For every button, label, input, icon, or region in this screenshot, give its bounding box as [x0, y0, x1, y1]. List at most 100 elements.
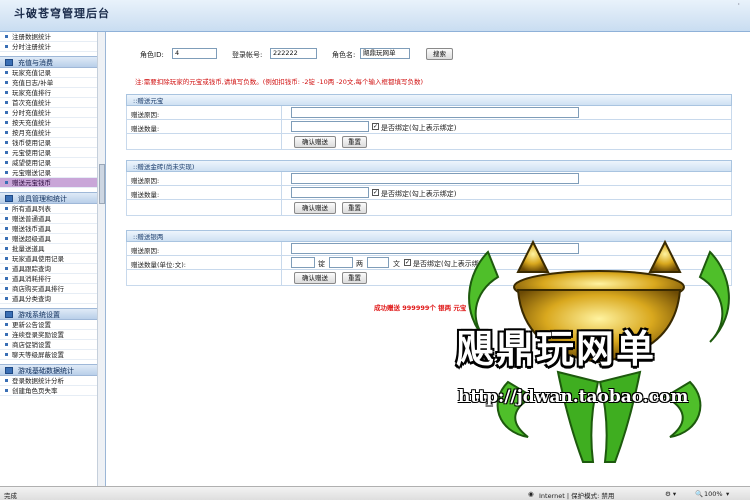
- reason-label: 赠送原因:: [131, 177, 160, 185]
- group-title: 游戏系统设置: [18, 311, 60, 319]
- confirm-button[interactable]: 确认赠送: [294, 272, 336, 284]
- sidebar-group-system[interactable]: 游戏系统设置: [0, 308, 98, 320]
- watermark-text: 飓鼎玩网单: [456, 327, 657, 371]
- search-button[interactable]: 搜索: [426, 48, 453, 60]
- status-text: 完成: [4, 492, 17, 500]
- sidebar-item[interactable]: 注册数据统计: [0, 32, 98, 42]
- unit-ding: 锭: [318, 260, 325, 268]
- app-title: 斗破苍穹管理后台: [14, 7, 110, 20]
- sidebar-item[interactable]: 批量送道具: [0, 244, 98, 254]
- zoom-level[interactable]: 100%: [704, 490, 723, 498]
- settings-icon[interactable]: ⚙ ▾: [665, 490, 676, 498]
- role-id-input[interactable]: 4: [172, 48, 217, 59]
- folder-icon: [5, 311, 13, 318]
- sidebar-item[interactable]: 按天充值统计: [0, 118, 98, 128]
- folder-icon: [5, 367, 13, 374]
- sidebar-item[interactable]: 分时注册统计: [0, 42, 98, 52]
- security-zone[interactable]: Internet | 保护模式: 禁用: [539, 490, 614, 500]
- reason-input[interactable]: [291, 173, 579, 184]
- reset-button[interactable]: 重置: [342, 136, 367, 148]
- confirm-button[interactable]: 确认赠送: [294, 136, 336, 148]
- sidebar-item[interactable]: 按月充值统计: [0, 128, 98, 138]
- reset-button[interactable]: 重置: [342, 202, 367, 214]
- account-input[interactable]: 222222: [270, 48, 317, 59]
- role-name-label: 角色名:: [332, 51, 356, 59]
- sidebar-scrollbar[interactable]: [97, 32, 105, 486]
- sidebar-item[interactable]: 赠送钱币道具: [0, 224, 98, 234]
- section-gold: ::赠送金砖(尚未实现) 赠送原因: 赠送数量: ✓ 是否绑定(勾上表示绑定) …: [126, 160, 732, 216]
- group-title: 充值与消费: [18, 59, 53, 67]
- reset-button[interactable]: 重置: [342, 272, 367, 284]
- bind-checkbox[interactable]: ✓: [372, 189, 379, 196]
- scrollbar-thumb[interactable]: [99, 164, 105, 204]
- zoom-icon: 🔍: [695, 490, 704, 498]
- role-id-label: 角色ID:: [140, 51, 164, 59]
- reason-label: 赠送原因:: [131, 111, 160, 119]
- sidebar-item[interactable]: 聊天等级屏蔽设置: [0, 350, 98, 360]
- sidebar-item[interactable]: 更新公告设置: [0, 320, 98, 330]
- role-name-input[interactable]: 飓鼎玩网单: [360, 48, 410, 59]
- watermark-logo: 飓鼎玩网单 http://jdwan.taobao.com: [448, 232, 750, 486]
- globe-icon: ◉: [528, 490, 534, 498]
- reason-row: 赠送原因:: [126, 172, 732, 186]
- sidebar-item-active[interactable]: 赠送元宝钱币: [0, 178, 98, 188]
- sidebar-item[interactable]: 玩家道具使用记录: [0, 254, 98, 264]
- sidebar-item[interactable]: 连续登录奖励设置: [0, 330, 98, 340]
- section-title: ::赠送元宝: [126, 94, 732, 106]
- sidebar-item[interactable]: 威望使用记录: [0, 158, 98, 168]
- reason-input[interactable]: [291, 107, 579, 118]
- sidebar-item[interactable]: 登录数据统计分析: [0, 376, 98, 386]
- reason-label: 赠送原因:: [131, 247, 160, 255]
- group-title: 游戏基础数据统计: [18, 367, 74, 375]
- amount-input[interactable]: [291, 187, 369, 198]
- button-row: 确认赠送 重置: [126, 200, 732, 216]
- sidebar-item[interactable]: 钱币使用记录: [0, 138, 98, 148]
- group-title: 道具管理和统计: [18, 195, 67, 203]
- sidebar-item[interactable]: 元宝使用记录: [0, 148, 98, 158]
- section-yuanbao: ::赠送元宝 赠送原因: 赠送数量: ✓ 是否绑定(勾上表示绑定) 确认赠送 重…: [126, 94, 732, 150]
- sidebar-item[interactable]: 玩家充值记录: [0, 68, 98, 78]
- bind-checkbox[interactable]: ✓: [372, 123, 379, 130]
- amount-row: 赠送数量: ✓ 是否绑定(勾上表示绑定): [126, 186, 732, 200]
- folder-icon: [5, 59, 13, 66]
- amount-input[interactable]: [291, 121, 369, 132]
- unit-wen: 文: [393, 260, 400, 268]
- sidebar-item[interactable]: 所有道具列表: [0, 204, 98, 214]
- amount-label: 赠送数量(单位:文):: [131, 261, 186, 269]
- ding-input[interactable]: [291, 257, 315, 268]
- sidebar-item[interactable]: 分时充值统计: [0, 108, 98, 118]
- wen-input[interactable]: [367, 257, 389, 268]
- sidebar-item[interactable]: 商店促销设置: [0, 340, 98, 350]
- folder-icon: [5, 195, 13, 202]
- button-row: 确认赠送 重置: [126, 134, 732, 150]
- status-bar: 完成 ◉ Internet | 保护模式: 禁用 ⚙ ▾ 🔍 100% ▾: [0, 486, 750, 500]
- confirm-button[interactable]: 确认赠送: [294, 202, 336, 214]
- sidebar-group-items[interactable]: 道具管理和统计: [0, 192, 98, 204]
- app-header: 斗破苍穹管理后台 ·: [0, 0, 750, 32]
- reason-row: 赠送原因:: [126, 106, 732, 120]
- sidebar-item[interactable]: 玩家充值排行: [0, 88, 98, 98]
- chevron-down-icon[interactable]: ▾: [726, 490, 729, 498]
- sidebar-item[interactable]: 充值日志/补单: [0, 78, 98, 88]
- sidebar-item[interactable]: 创建角色页失率: [0, 386, 98, 396]
- sidebar: 注册数据统计 分时注册统计 充值与消费 玩家充值记录 充值日志/补单 玩家充值排…: [0, 32, 106, 486]
- notice-text: 注:需要扣除玩家的元宝或钱币,请填写负数。(例如扣钱币: -2锭 -10两 -2…: [135, 78, 423, 86]
- sidebar-item[interactable]: 元宝赠送记录: [0, 168, 98, 178]
- sidebar-item[interactable]: 赠送超级道具: [0, 234, 98, 244]
- sidebar-item[interactable]: 道具分类查询: [0, 294, 98, 304]
- sidebar-menu: 注册数据统计 分时注册统计 充值与消费 玩家充值记录 充值日志/补单 玩家充值排…: [0, 32, 98, 396]
- sidebar-item[interactable]: 商店购买道具排行: [0, 284, 98, 294]
- bind-label: 是否绑定(勾上表示绑定): [381, 190, 457, 198]
- sidebar-group-stats[interactable]: 游戏基础数据统计: [0, 364, 98, 376]
- sidebar-item[interactable]: 首次充值统计: [0, 98, 98, 108]
- watermark-url: http://jdwan.taobao.com: [458, 387, 689, 407]
- sidebar-group-recharge[interactable]: 充值与消费: [0, 56, 98, 68]
- sidebar-item[interactable]: 道具跟踪查询: [0, 264, 98, 274]
- section-title: ::赠送金砖(尚未实现): [126, 160, 732, 172]
- sidebar-item[interactable]: 赠送普通道具: [0, 214, 98, 224]
- liang-input[interactable]: [329, 257, 353, 268]
- bind-checkbox[interactable]: ✓: [404, 259, 411, 266]
- amount-label: 赠送数量:: [131, 191, 160, 199]
- bind-label: 是否绑定(勾上表示绑定): [381, 124, 457, 132]
- sidebar-item[interactable]: 道具消耗排行: [0, 274, 98, 284]
